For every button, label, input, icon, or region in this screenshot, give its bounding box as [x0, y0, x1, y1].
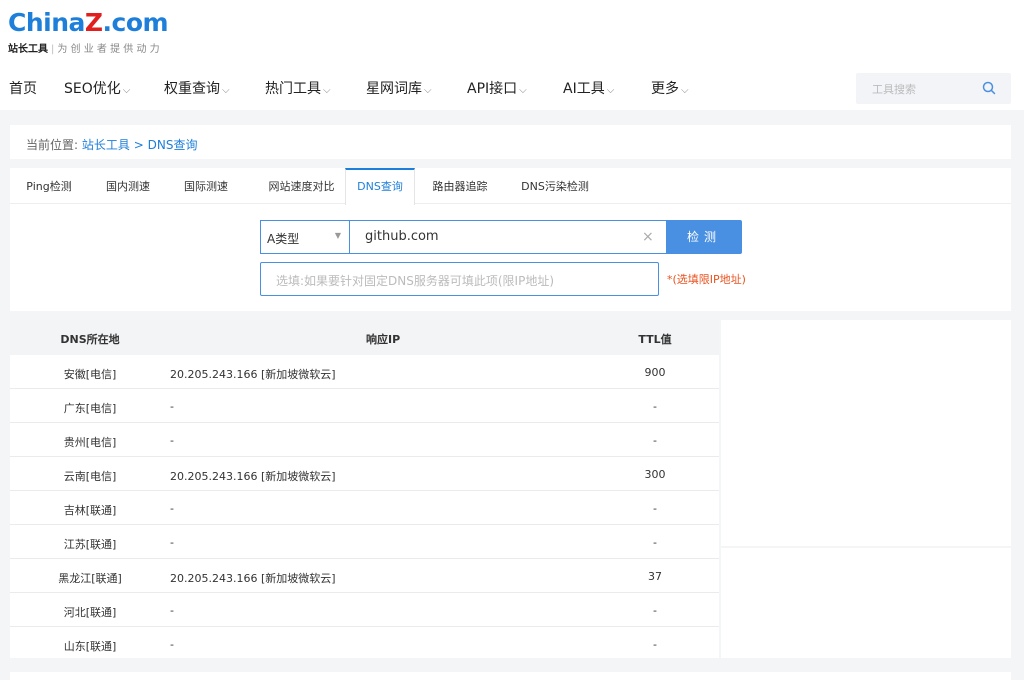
- cell-ttl: -: [653, 536, 657, 549]
- cell-location: 江苏[联通]: [63, 538, 117, 551]
- cell-location: 贵州[电信]: [63, 436, 117, 449]
- chevron-down-icon: ⌵: [424, 85, 432, 96]
- cell-ttl: -: [653, 434, 657, 447]
- nav-item-home[interactable]: 首页: [9, 78, 37, 98]
- side-panel-lower: [721, 548, 1011, 658]
- table-row: 安徽[电信] 20.205.243.166 [新加坡微软云] 900: [10, 355, 719, 389]
- breadcrumb-home-link[interactable]: 站长工具: [82, 138, 130, 152]
- tool-search: 工具搜索: [856, 73, 1011, 104]
- cell-location: 山东[联通]: [63, 640, 117, 653]
- column-ttl: TTL值: [638, 333, 672, 346]
- cell-ip: 20.205.243.166 [新加坡微软云]: [170, 572, 336, 585]
- dns-server-input[interactable]: 选填:如果要针对固定DNS服务器可填此项(限IP地址): [260, 262, 659, 296]
- site-logo[interactable]: ChinaZ.com 站长工具 | 为 创 业 者 提 供 动 力: [8, 8, 169, 55]
- cell-ip: -: [170, 638, 174, 651]
- tool-search-input[interactable]: 工具搜索: [872, 81, 916, 97]
- column-response-ip: 响应IP: [366, 333, 401, 346]
- breadcrumb: 当前位置: 站长工具 > DNS查询: [10, 125, 1011, 159]
- tab-speed-compare[interactable]: 网站速度对比: [254, 168, 349, 204]
- nav-item-ai-tools[interactable]: AI工具 ⌵: [563, 78, 614, 98]
- table-row: 广东[电信] - -: [10, 389, 719, 423]
- side-panel: [721, 320, 1011, 546]
- nav-item-hot-tools[interactable]: 热门工具 ⌵: [265, 78, 331, 98]
- breadcrumb-separator: >: [133, 138, 144, 152]
- cell-ttl: -: [653, 502, 657, 515]
- breadcrumb-label: 当前位置:: [26, 138, 79, 152]
- nav-item-more[interactable]: 更多 ⌵: [651, 78, 689, 98]
- cell-location: 安徽[电信]: [63, 368, 117, 381]
- cell-ttl: -: [653, 604, 657, 617]
- breadcrumb-current[interactable]: DNS查询: [148, 138, 198, 152]
- cell-ttl: 37: [648, 570, 662, 583]
- tab-ping[interactable]: Ping检测: [10, 168, 88, 204]
- table-row: 江苏[联通] - -: [10, 525, 719, 559]
- tab-dns-pollution[interactable]: DNS污染检测: [510, 168, 600, 204]
- cell-location: 河北[联通]: [63, 606, 117, 619]
- cell-location: 黑龙江[联通]: [58, 572, 122, 585]
- caret-down-icon: ▼: [334, 231, 341, 240]
- nav-item-api[interactable]: API接口 ⌵: [467, 78, 527, 98]
- cell-ip: -: [170, 400, 174, 413]
- bottom-panel-edge: [10, 672, 1011, 680]
- cell-location: 云南[电信]: [63, 470, 117, 483]
- table-row: 吉林[联通] - -: [10, 491, 719, 525]
- chevron-down-icon: ⌵: [681, 85, 689, 96]
- cell-ip: 20.205.243.166 [新加坡微软云]: [170, 368, 336, 381]
- tab-dns-query[interactable]: DNS查询: [345, 168, 415, 205]
- tool-tabs: Ping检测 国内测速 国际测速 网站速度对比 DNS查询 路由器追踪 DNS污…: [10, 168, 1011, 205]
- chevron-down-icon: ⌵: [323, 85, 331, 96]
- tab-domestic-speed[interactable]: 国内测速: [93, 168, 163, 204]
- cell-ttl: 900: [644, 366, 666, 379]
- cell-location: 广东[电信]: [63, 402, 117, 415]
- cell-ip: -: [170, 434, 174, 447]
- server-hint: *(选填限IP地址): [667, 273, 746, 286]
- cell-ip: -: [170, 502, 174, 515]
- table-row: 黑龙江[联通] 20.205.243.166 [新加坡微软云] 37: [10, 559, 719, 593]
- cell-location: 吉林[联通]: [63, 504, 117, 517]
- cell-ttl: 300: [644, 468, 666, 481]
- cell-ip: -: [170, 536, 174, 549]
- table-header: DNS所在地 响应IP TTL值: [10, 320, 719, 355]
- table-row: 山东[联通] - -: [10, 627, 719, 661]
- logo-wordmark: ChinaZ.com: [8, 8, 169, 37]
- tab-traceroute[interactable]: 路由器追踪: [424, 168, 496, 204]
- chevron-down-icon: ⌵: [606, 85, 615, 96]
- tab-intl-speed[interactable]: 国际测速: [171, 168, 241, 204]
- table-row: 河北[联通] - -: [10, 593, 719, 627]
- logo-tagline: 站长工具 | 为 创 业 者 提 供 动 力: [8, 44, 160, 55]
- chevron-down-icon: ⌵: [519, 85, 527, 96]
- cell-ip: -: [170, 604, 174, 617]
- nav-item-keyword-lib[interactable]: 星网词库 ⌵: [366, 78, 432, 98]
- cell-ttl: -: [653, 638, 657, 651]
- domain-input[interactable]: github.com: [349, 220, 667, 254]
- nav-item-seo[interactable]: SEO优化 ⌵: [64, 78, 130, 98]
- nav-item-weight[interactable]: 权重查询 ⌵: [164, 78, 230, 98]
- column-dns-location: DNS所在地: [60, 333, 120, 346]
- chevron-down-icon: ⌵: [222, 85, 230, 96]
- search-icon[interactable]: [981, 80, 997, 96]
- dns-tool-panel: Ping检测 国内测速 国际测速 网站速度对比 DNS查询 路由器追踪 DNS污…: [10, 168, 1011, 311]
- results-table: DNS所在地 响应IP TTL值 安徽[电信] 20.205.243.166 [新…: [10, 320, 719, 658]
- clear-icon[interactable]: ×: [642, 229, 654, 245]
- table-row: 贵州[电信] - -: [10, 423, 719, 457]
- record-type-select[interactable]: A类型 ▼: [260, 220, 349, 254]
- site-header: ChinaZ.com 站长工具 | 为 创 业 者 提 供 动 力 首页 SEO优化…: [0, 0, 1024, 110]
- cell-ip: 20.205.243.166 [新加坡微软云]: [170, 470, 336, 483]
- table-row: 云南[电信] 20.205.243.166 [新加坡微软云] 300: [10, 457, 719, 491]
- cell-ttl: -: [653, 400, 657, 413]
- detect-button[interactable]: 检测: [666, 220, 742, 254]
- chevron-down-icon: ⌵: [122, 85, 131, 96]
